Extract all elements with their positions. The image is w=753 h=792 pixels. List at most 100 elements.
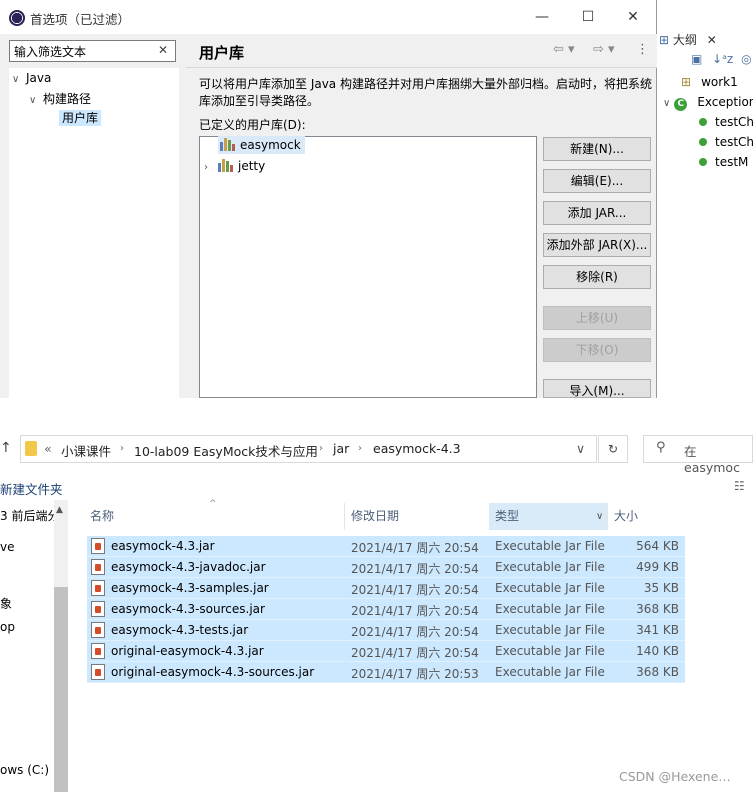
column-header-size[interactable]: 大小 xyxy=(608,503,688,530)
more-menu-icon[interactable]: ⋮ xyxy=(636,42,649,57)
scroll-up-icon[interactable]: ▲ xyxy=(56,505,63,515)
file-date: 2021/4/17 周六 20:54 xyxy=(351,604,479,618)
column-header-date[interactable]: 修改日期 xyxy=(345,503,488,530)
new-button[interactable]: 新建(N)... xyxy=(543,137,651,161)
chevron-down-icon[interactable]: ∨ xyxy=(12,74,26,85)
library-item-easymock[interactable]: easymock xyxy=(218,136,305,158)
file-row[interactable]: easymock-4.3.jar 2021/4/17 周六 20:54 Execut… xyxy=(87,536,685,557)
nav-item[interactable]: 3 前后端分 xyxy=(0,507,59,524)
outline-icon: ⊞ xyxy=(659,33,670,47)
maximize-icon[interactable]: ☐ xyxy=(578,8,598,26)
filter-input[interactable]: 输入筛选文本 xyxy=(9,40,176,62)
page-header xyxy=(186,34,657,68)
library-icon xyxy=(220,138,236,151)
outline-item-method[interactable]: testM xyxy=(699,155,748,169)
outline-tab[interactable]: ⊞ 大纲 ✕ xyxy=(659,31,717,48)
file-row[interactable]: original-easymock-4.3-sources.jar 2021/4/… xyxy=(87,662,685,683)
dialog-title-bar: 首选项（已过滤） — ☐ ✕ xyxy=(0,0,656,34)
nav-item[interactable]: ve xyxy=(0,540,14,554)
outline-item-method[interactable]: testCh xyxy=(699,135,753,149)
breadcrumb-item[interactable]: 小课课件 xyxy=(61,441,111,460)
hide-fields-icon[interactable]: ◎ xyxy=(741,52,751,66)
jar-file-icon xyxy=(91,643,105,659)
user-library-list[interactable]: easymock › jetty xyxy=(199,136,537,398)
watermark: CSDN @Hexene… xyxy=(619,769,731,784)
edit-button[interactable]: 编辑(E)... xyxy=(543,169,651,193)
column-header-type[interactable]: 类型 ∨ xyxy=(489,503,607,530)
file-date: 2021/4/17 周六 20:54 xyxy=(351,625,479,639)
column-header-name[interactable]: 名称 xyxy=(84,503,344,530)
outline-item-package[interactable]: ⊞ work1 xyxy=(681,75,738,89)
close-icon[interactable]: ✕ xyxy=(623,8,643,26)
chevron-down-icon[interactable]: ∨ xyxy=(663,98,670,109)
page-title: 用户库 xyxy=(199,44,245,62)
file-name: easymock-4.3-samples.jar xyxy=(111,581,269,595)
nav-item[interactable]: ows (C:) xyxy=(0,763,49,777)
outline-panel: ⊞ 大纲 ✕ ▣ ↓ᵃz ◎ ⊞ work1 ∨ C Exception testCh… xyxy=(657,28,753,208)
jar-file-icon xyxy=(91,622,105,638)
file-row[interactable]: original-easymock-4.3.jar 2021/4/17 周六 20… xyxy=(87,641,685,662)
add-external-jar-button[interactable]: 添加外部 JAR(X)... xyxy=(543,233,651,257)
refresh-icon[interactable]: ↻ xyxy=(598,435,628,463)
forward-icon[interactable]: ⇨ ▾ xyxy=(593,42,615,57)
nav-item[interactable]: 象 xyxy=(0,595,12,612)
breadcrumb-item[interactable]: easymock-4.3 xyxy=(373,441,461,456)
add-jar-button[interactable]: 添加 JAR... xyxy=(543,201,651,225)
eclipse-logo-icon xyxy=(9,10,25,26)
file-size: 341 KB xyxy=(636,623,679,637)
chevron-down-icon[interactable]: ∨ xyxy=(29,95,43,106)
breadcrumb-overflow[interactable]: « xyxy=(44,441,52,456)
tree-item-build-path[interactable]: ∨ 构建路径 xyxy=(29,90,91,107)
file-date: 2021/4/17 周六 20:53 xyxy=(351,667,479,681)
minimize-icon[interactable]: — xyxy=(532,8,552,26)
move-up-button[interactable]: 上移(U) xyxy=(543,306,651,330)
dialog-title: 首选项（已过滤） xyxy=(30,12,131,27)
outline-item-method[interactable]: testCh xyxy=(699,115,753,129)
defined-libraries-label: 已定义的用户库(D): xyxy=(199,118,306,132)
file-name: easymock-4.3-sources.jar xyxy=(111,602,265,616)
tree-item-java[interactable]: ∨ Java xyxy=(12,71,51,85)
file-row[interactable]: easymock-4.3-javadoc.jar 2021/4/17 周六 20:… xyxy=(87,557,685,578)
clear-filter-icon[interactable]: ✕ xyxy=(158,43,168,57)
jar-file-icon xyxy=(91,601,105,617)
file-size: 368 KB xyxy=(636,602,679,616)
new-folder-button[interactable]: 新建文件夹 xyxy=(0,479,63,498)
up-arrow-icon[interactable]: ↑ xyxy=(0,440,12,456)
sort-az-icon[interactable]: ↓ᵃz xyxy=(712,52,733,66)
back-icon[interactable]: ⇦ ▾ xyxy=(553,42,575,57)
preferences-tree: ∨ Java ∨ 构建路径 用户库 xyxy=(9,68,179,398)
collapse-icon[interactable]: ▣ xyxy=(691,52,702,66)
view-options-icon[interactable]: ☷ xyxy=(734,479,745,493)
import-button[interactable]: 导入(M)... xyxy=(543,379,651,398)
chevron-down-icon[interactable]: ∨ xyxy=(576,441,585,456)
file-row[interactable]: easymock-4.3-samples.jar 2021/4/17 周六 20:… xyxy=(87,578,685,599)
library-icon xyxy=(218,159,234,172)
chevron-right-icon[interactable]: › xyxy=(358,443,362,454)
move-down-button[interactable]: 下移(O) xyxy=(543,338,651,362)
tree-item-user-libraries[interactable]: 用户库 xyxy=(59,109,102,126)
file-row[interactable]: easymock-4.3-sources.jar 2021/4/17 周六 20:… xyxy=(87,599,685,620)
outline-item-class[interactable]: ∨ C Exception xyxy=(663,95,753,111)
close-icon[interactable]: ✕ xyxy=(707,33,717,47)
file-size: 368 KB xyxy=(636,665,679,679)
search-icon: ⚲ xyxy=(656,440,666,455)
package-icon: ⊞ xyxy=(681,75,692,89)
file-name: easymock-4.3.jar xyxy=(111,539,215,553)
file-date: 2021/4/17 周六 20:54 xyxy=(351,583,479,597)
remove-button[interactable]: 移除(R) xyxy=(543,265,651,289)
breadcrumb-item[interactable]: jar xyxy=(333,441,349,456)
nav-scrollbar-thumb[interactable] xyxy=(54,587,68,792)
breadcrumb-item[interactable]: 10-lab09 EasyMock技术与应用 xyxy=(134,441,318,460)
public-method-icon xyxy=(699,158,707,166)
chevron-right-icon[interactable]: › xyxy=(120,443,124,454)
folder-icon xyxy=(25,441,37,456)
file-date: 2021/4/17 周六 20:54 xyxy=(351,541,479,555)
library-item-jetty[interactable]: › jetty xyxy=(204,159,265,179)
chevron-right-icon[interactable]: › xyxy=(319,443,323,454)
file-size: 35 KB xyxy=(643,581,679,595)
chevron-down-icon[interactable]: ∨ xyxy=(596,503,603,530)
chevron-right-icon[interactable]: › xyxy=(204,162,218,173)
file-row[interactable]: easymock-4.3-tests.jar 2021/4/17 周六 20:54… xyxy=(87,620,685,641)
jar-file-icon xyxy=(91,559,105,575)
nav-item[interactable]: op xyxy=(0,620,15,634)
